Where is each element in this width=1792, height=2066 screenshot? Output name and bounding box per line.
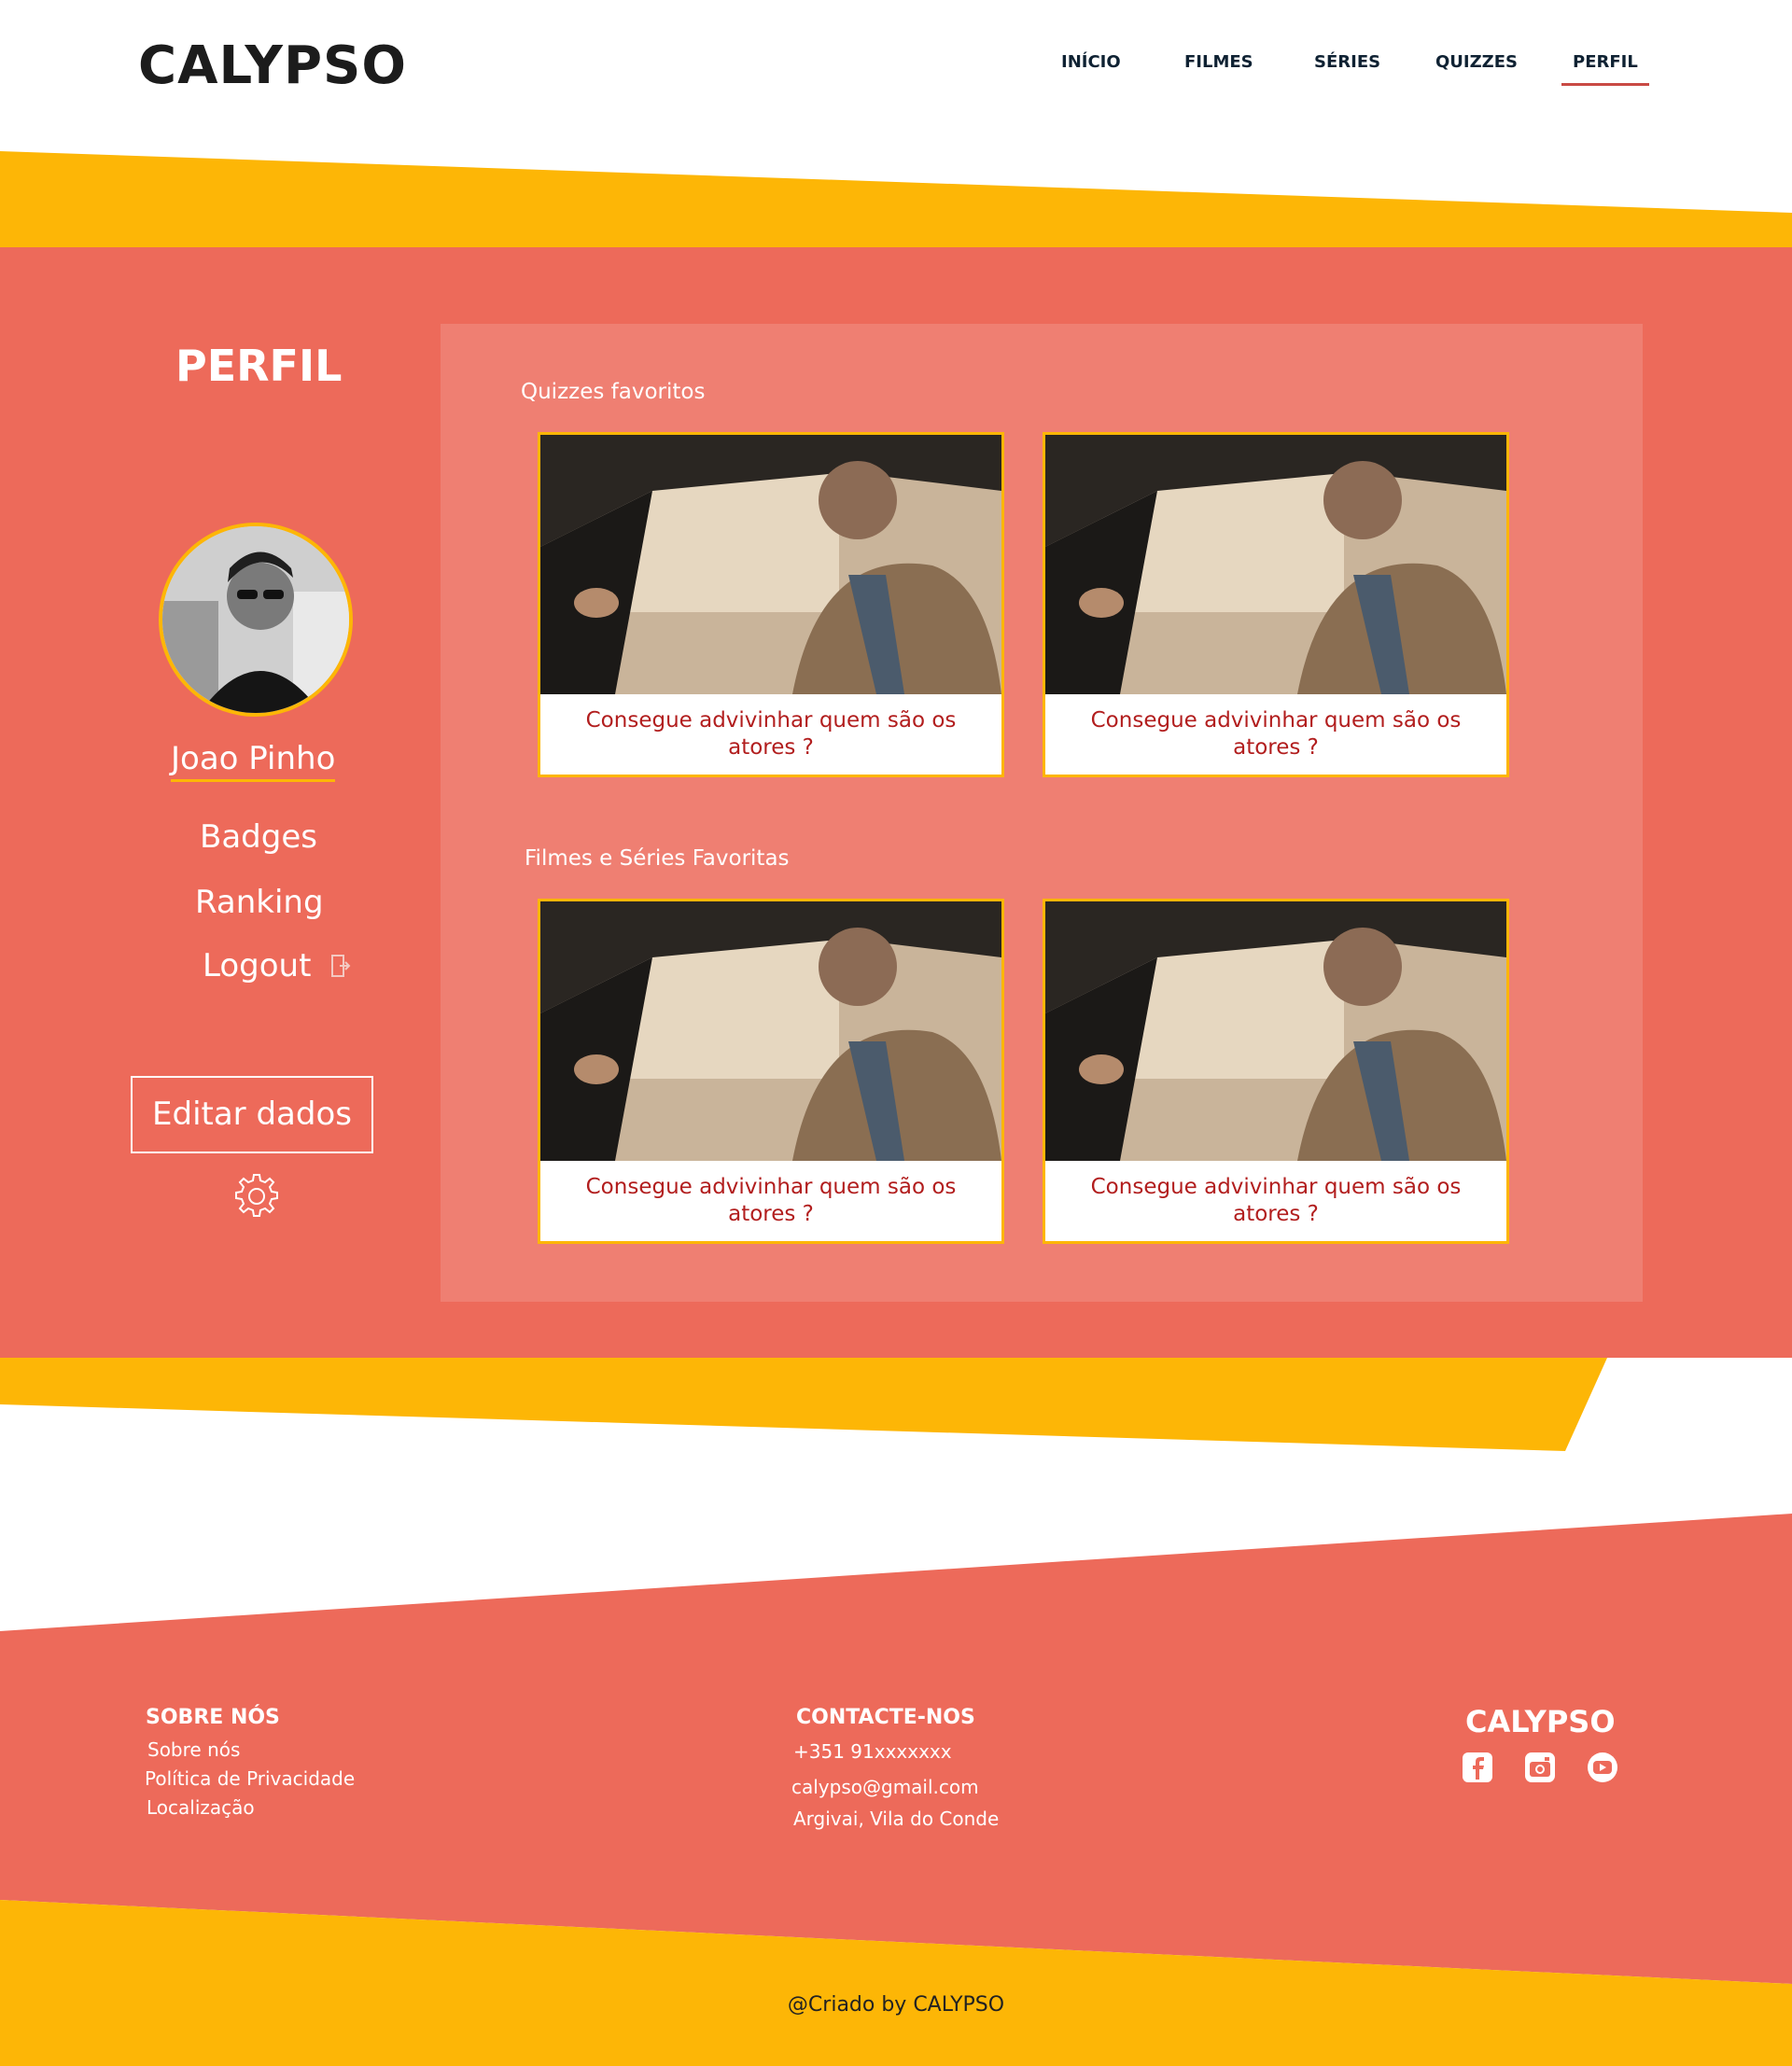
quiz-card-1[interactable]: Consegue advivinhar quem são os atores ? bbox=[538, 432, 1004, 777]
main-nav: INÍCIO FILMES SÉRIES QUIZZES PERFIL bbox=[0, 52, 1792, 90]
profile-username[interactable]: Joao Pinho bbox=[171, 740, 336, 782]
nav-series[interactable]: SÉRIES bbox=[1314, 52, 1380, 83]
footer-link-privacy[interactable]: Política de Privacidade bbox=[145, 1767, 355, 1790]
footer-brand: CALYPSO bbox=[1465, 1704, 1616, 1739]
menu-logout[interactable]: Logout bbox=[203, 947, 351, 986]
nav-perfil[interactable]: PERFIL bbox=[1561, 52, 1649, 86]
menu-badges[interactable]: Badges bbox=[200, 818, 317, 856]
facebook-icon[interactable] bbox=[1462, 1752, 1493, 1783]
profile-title: PERFIL bbox=[175, 341, 343, 391]
quiz-card-2[interactable]: Consegue advivinhar quem são os atores ? bbox=[1043, 432, 1509, 777]
footer-about-heading: SOBRE NÓS bbox=[146, 1706, 280, 1729]
site-header: CALYPSO INÍCIO FILMES SÉRIES QUIZZES PER… bbox=[0, 0, 1792, 149]
logout-icon bbox=[330, 949, 351, 986]
footer-contact-heading: CONTACTE-NOS bbox=[796, 1706, 975, 1729]
footer-link-about[interactable]: Sobre nós bbox=[147, 1738, 240, 1761]
media-card-caption: Consegue advivinhar quem são os atores ? bbox=[585, 1175, 957, 1226]
avatar-image bbox=[162, 526, 349, 713]
logout-label: Logout bbox=[203, 947, 312, 984]
media-card-image bbox=[1045, 901, 1506, 1161]
media-favorites-label: Filmes e Séries Favoritas bbox=[525, 846, 790, 871]
instagram-icon[interactable] bbox=[1524, 1752, 1556, 1783]
gear-icon[interactable] bbox=[231, 1171, 282, 1221]
quiz-card-caption: Consegue advivinhar quem são os atores ? bbox=[585, 708, 957, 760]
quiz-card-caption: Consegue advivinhar quem são os atores ? bbox=[1090, 708, 1462, 760]
nav-inicio[interactable]: INÍCIO bbox=[1061, 52, 1121, 83]
media-card-image bbox=[540, 901, 1001, 1161]
profile-section: PERFIL Joao Pinho Badges Ranking Logout … bbox=[0, 247, 1792, 1358]
avatar bbox=[159, 523, 353, 717]
quiz-card-image bbox=[540, 435, 1001, 694]
quizzes-favorites-label: Quizzes favoritos bbox=[521, 380, 706, 404]
media-card-caption: Consegue advivinhar quem são os atores ? bbox=[1090, 1175, 1462, 1226]
footer-copyright: @Criado by CALYPSO bbox=[787, 1993, 1005, 2017]
footer-address: Argivai, Vila do Conde bbox=[793, 1808, 1000, 1830]
media-card-1[interactable]: Consegue advivinhar quem são os atores ? bbox=[538, 899, 1004, 1244]
footer-link-location[interactable]: Localização bbox=[147, 1796, 255, 1819]
quiz-card-image bbox=[1045, 435, 1506, 694]
footer-email[interactable]: calypso@gmail.com bbox=[791, 1776, 979, 1798]
nav-filmes[interactable]: FILMES bbox=[1184, 52, 1253, 83]
media-card-2[interactable]: Consegue advivinhar quem são os atores ? bbox=[1043, 899, 1509, 1244]
favorites-panel: Quizzes favoritos Consegue advivinhar qu… bbox=[441, 324, 1643, 1302]
menu-ranking[interactable]: Ranking bbox=[195, 884, 324, 921]
footer-phone: +351 91xxxxxxx bbox=[793, 1740, 952, 1763]
nav-quizzes[interactable]: QUIZZES bbox=[1435, 52, 1518, 83]
edit-profile-button[interactable]: Editar dados bbox=[131, 1076, 373, 1153]
youtube-icon[interactable] bbox=[1587, 1752, 1618, 1783]
